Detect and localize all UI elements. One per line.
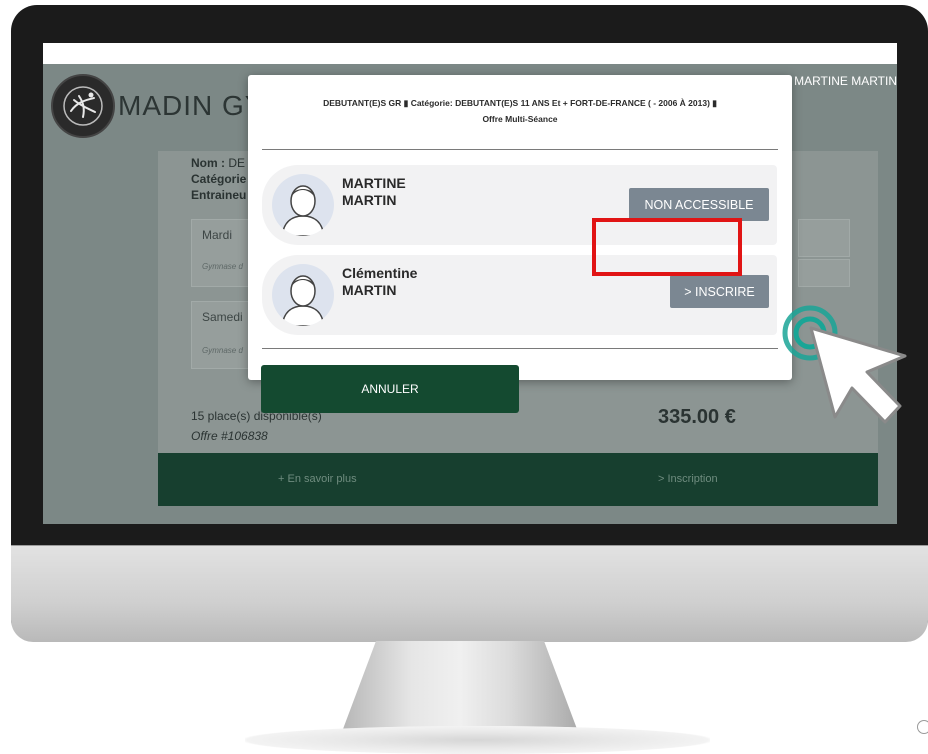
highlight-box — [592, 218, 742, 276]
person-name: Clémentine MARTIN — [342, 265, 417, 299]
avatar — [272, 264, 334, 326]
modal-title-line2: Offre Multi-Séance — [482, 114, 558, 124]
last-name: MARTIN — [342, 192, 397, 208]
corner-mark — [917, 720, 928, 734]
more-info-link[interactable]: + En savoir plus — [278, 473, 357, 485]
last-name: MARTIN — [342, 282, 397, 298]
gymnast-logo-icon — [63, 86, 103, 126]
divider — [262, 348, 778, 349]
modal-title: DEBUTANT(E)S GR ▮ Catégorie: DEBUTANT(E)… — [248, 95, 792, 127]
non-accessible-button[interactable]: NON ACCESSIBLE — [629, 188, 769, 221]
slot-day: Mardi — [202, 228, 233, 242]
slot-right-1 — [798, 219, 850, 257]
user-avatar-icon — [281, 185, 325, 236]
modal-title-line1: DEBUTANT(E)S GR ▮ Catégorie: DEBUTANT(E)… — [323, 98, 717, 108]
avatar — [272, 174, 334, 236]
user-avatar-icon — [281, 275, 325, 326]
entraineur-label: Entraineu — [191, 188, 247, 202]
monitor-chin — [11, 545, 928, 642]
inscrire-button[interactable]: > INSCRIRE — [670, 275, 769, 308]
divider — [262, 149, 778, 150]
offre-number: Offre #106838 — [191, 429, 268, 443]
slot-day: Samedi — [202, 310, 243, 324]
course-info: Nom : DE Catégorie Entraineu — [191, 155, 246, 203]
categorie-label: Catégorie — [191, 172, 247, 186]
card-footer: + En savoir plus > Inscription — [158, 453, 878, 506]
inscription-link[interactable]: > Inscription — [658, 473, 718, 485]
monitor-stand-base — [245, 726, 710, 754]
logo[interactable] — [51, 74, 115, 138]
nom-value: DE — [228, 156, 246, 170]
user-name[interactable]: MARTINE MARTIN — [794, 74, 897, 88]
price: 335.00 € — [658, 406, 736, 428]
slot-right-2 — [798, 259, 850, 287]
brand-name: MADIN GY — [118, 90, 265, 121]
mouse-pointer-icon — [809, 326, 907, 424]
slot-gym: Gymnase d — [202, 262, 243, 271]
cancel-button[interactable]: ANNULER — [261, 365, 519, 413]
slot-gym: Gymnase d — [202, 346, 243, 355]
first-name: MARTINE — [342, 175, 406, 191]
screen: MADIN GY MARTINE MARTIN Nom : DE Catégor… — [43, 43, 897, 524]
first-name: Clémentine — [342, 265, 418, 281]
monitor-stand — [340, 641, 580, 737]
nom-label: Nom : — [191, 156, 225, 170]
person-name: MARTINE MARTIN — [342, 175, 406, 209]
